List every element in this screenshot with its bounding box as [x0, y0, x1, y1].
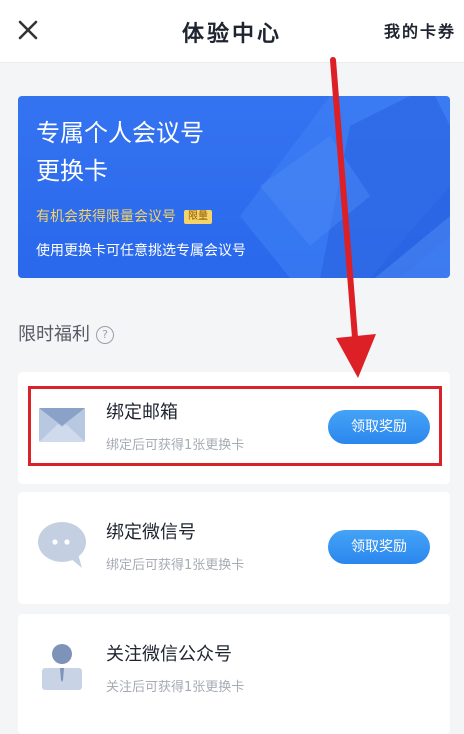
task-title: 关注微信公众号	[106, 644, 232, 665]
my-coupons-link[interactable]: 我的卡券	[384, 18, 456, 42]
task-card-follow-account: 关注微信公众号 关注后可获得1张更换卡	[18, 614, 450, 734]
highlight-box	[28, 386, 442, 466]
banner-subtitle: 有机会获得限量会议号 限量	[36, 206, 212, 226]
banner-title: 专属个人会议号 更换卡	[36, 114, 204, 190]
task-subtitle: 关注后可获得1张更换卡	[106, 680, 245, 695]
banner-description: 使用更换卡可任意挑选专属会议号	[36, 243, 246, 259]
chat-bubble-icon	[36, 518, 88, 570]
section-title: 限时福利?	[18, 320, 114, 346]
section-title-text: 限时福利	[18, 324, 90, 345]
banner-subtitle-text: 有机会获得限量会议号	[36, 209, 176, 225]
banner-title-line2: 更换卡	[36, 157, 108, 185]
help-icon[interactable]: ?	[96, 326, 114, 344]
task-subtitle: 绑定后可获得1张更换卡	[106, 558, 245, 573]
person-icon	[36, 640, 88, 692]
limited-badge: 限量	[184, 210, 212, 224]
promo-banner[interactable]: 专属个人会议号 更换卡 有机会获得限量会议号 限量 使用更换卡可任意挑选专属会议号	[18, 96, 450, 278]
task-card-bind-wechat: 绑定微信号 绑定后可获得1张更换卡 领取奖励	[18, 492, 450, 604]
claim-reward-button[interactable]: 领取奖励	[328, 530, 430, 564]
header-bar: 体验中心 我的卡券	[0, 0, 464, 63]
banner-title-line1: 专属个人会议号	[36, 119, 204, 147]
task-title: 绑定微信号	[106, 522, 196, 543]
